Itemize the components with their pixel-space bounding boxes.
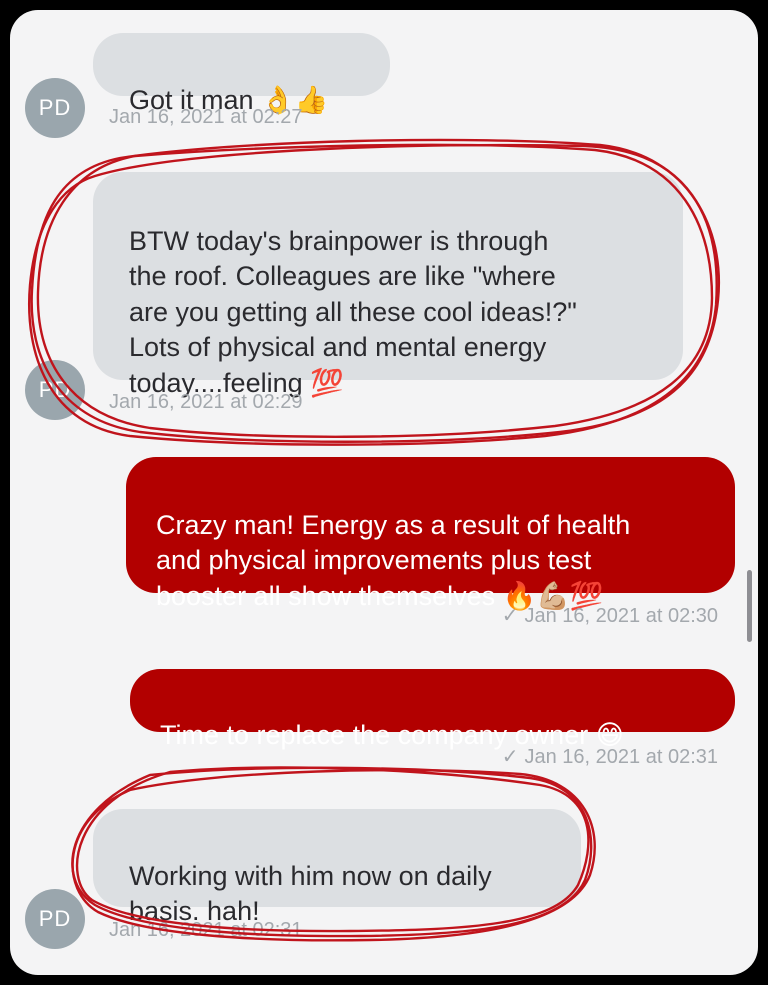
- outgoing-message-bubble[interactable]: Crazy man! Energy as a result of health …: [126, 457, 735, 611]
- message-timestamp-row: ✓ Jan 16, 2021 at 02:30: [502, 603, 718, 628]
- incoming-message-bubble[interactable]: Working with him now on daily basis. hah…: [93, 809, 581, 926]
- scrollbar[interactable]: [747, 570, 752, 642]
- checkmark-icon: ✓: [501, 746, 519, 768]
- avatar-initials: PD: [38, 377, 72, 402]
- incoming-message-bubble[interactable]: BTW today's brainpower is through the ro…: [93, 172, 683, 398]
- message-timestamp: Jan 16, 2021 at 02:27: [109, 106, 303, 128]
- message-text: Crazy man! Energy as a result of health …: [156, 509, 631, 611]
- message-timestamp: Jan 16, 2021 at 02:31: [109, 919, 303, 941]
- avatar[interactable]: PD: [25, 78, 85, 138]
- outgoing-message-bubble[interactable]: Time to replace the company owner 😄: [130, 669, 735, 750]
- message-timestamp: Jan 16, 2021 at 02:31: [524, 746, 719, 768]
- avatar-initials: PD: [38, 906, 72, 931]
- message-timestamp: Jan 16, 2021 at 02:29: [109, 391, 303, 413]
- message-timestamp-row: ✓ Jan 16, 2021 at 02:31: [502, 744, 718, 769]
- avatar[interactable]: PD: [25, 889, 85, 949]
- avatar-initials: PD: [38, 95, 72, 120]
- avatar[interactable]: PD: [25, 360, 85, 420]
- message-text: Working with him now on daily basis. hah…: [129, 860, 492, 927]
- message-text: BTW today's brainpower is through the ro…: [129, 225, 577, 398]
- message-timestamp: Jan 16, 2021 at 02:30: [524, 605, 719, 627]
- incoming-message-bubble[interactable]: Got it man 👌👍: [93, 33, 390, 115]
- checkmark-icon: ✓: [501, 605, 519, 627]
- message-thread: Got it man 👌👍 PD Jan 16, 2021 at 02:27 B…: [10, 10, 758, 975]
